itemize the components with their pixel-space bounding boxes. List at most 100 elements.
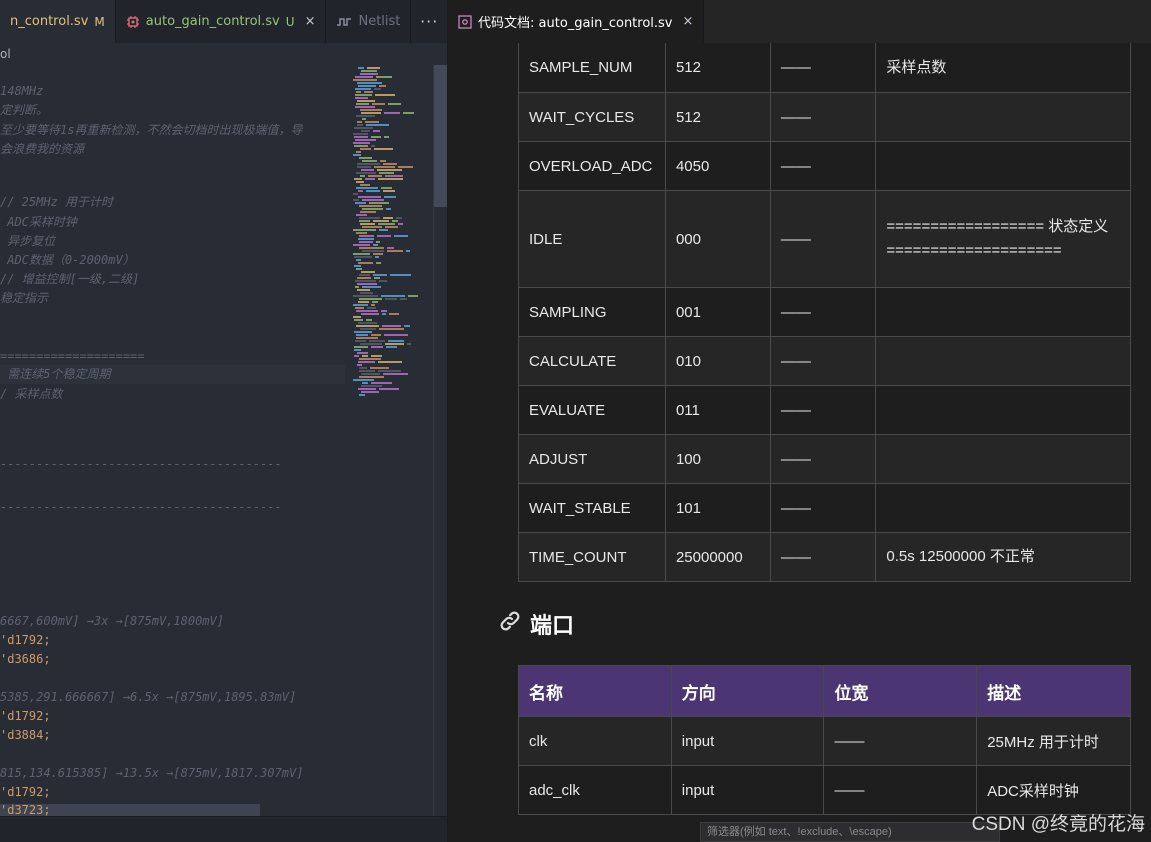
more-actions-button[interactable]: ··· xyxy=(411,12,447,31)
scrollbar-thumb[interactable] xyxy=(434,65,447,207)
minimap-line xyxy=(385,175,403,177)
minimap-line xyxy=(360,223,375,225)
editor-tab-bar: n_control.sv M auto_gain_control.sv U × … xyxy=(0,0,447,43)
code-line[interactable]: 'd3723; xyxy=(0,801,51,816)
minimap-line xyxy=(354,346,368,348)
minimap-line xyxy=(394,235,408,237)
minimap-line xyxy=(354,319,363,321)
parameter-name: ADJUST xyxy=(518,434,666,484)
minimap-line xyxy=(374,88,381,90)
minimap-line xyxy=(358,190,363,192)
code-line[interactable]: 5385,291.666667] →6.5x →[875mV,1895.83mV… xyxy=(0,688,296,707)
code-line[interactable]: --------------------------------------- xyxy=(0,455,282,474)
parameter-description xyxy=(875,385,1131,435)
code-line[interactable]: 稳定指示 xyxy=(0,289,48,308)
watermark: CSDN @终竟的花海 xyxy=(971,814,1145,835)
minimap-line xyxy=(360,184,370,186)
minimap-line xyxy=(385,343,404,345)
minimap-line xyxy=(355,88,371,90)
minimap-line xyxy=(359,220,370,222)
tab-netlist[interactable]: Netlist xyxy=(326,0,412,43)
minimap-line xyxy=(377,235,391,237)
code-line[interactable]: 至少要等待1s再重新检测，不然会切档时出现极端值，导 xyxy=(0,121,302,140)
code-line[interactable]: 'd1792; xyxy=(0,707,51,726)
parameter-description xyxy=(875,92,1131,142)
code-line[interactable]: 'd1792; xyxy=(0,783,51,802)
code-line[interactable]: 'd3686; xyxy=(0,650,51,669)
code-line[interactable]: 需连续5个稳定周期 xyxy=(0,365,110,384)
minimap-line xyxy=(359,241,373,243)
vscode-window: n_control.sv M auto_gain_control.sv U × … xyxy=(0,0,1151,842)
minimap-line xyxy=(359,394,365,396)
minimap-line xyxy=(357,283,377,285)
minimap-line xyxy=(387,247,394,249)
minimap-line xyxy=(358,67,364,69)
minimap-line xyxy=(361,271,375,273)
code-line[interactable]: 'd3884; xyxy=(0,726,51,745)
code-line[interactable]: --------------------------------------- xyxy=(0,498,282,517)
tab-netlist-label: Netlist xyxy=(358,14,401,29)
tab-code-doc[interactable]: 代码文档: auto_gain_control.sv × xyxy=(448,0,705,43)
minimap-line xyxy=(353,79,377,81)
parameter-value: 000 xyxy=(664,190,771,288)
minimap-line xyxy=(361,70,377,72)
minimap-line xyxy=(369,202,389,204)
minimap-line xyxy=(356,187,378,189)
parameter-width: —— xyxy=(769,190,877,288)
code-line[interactable]: ==================== xyxy=(0,347,145,366)
code-line[interactable]: 815,134.615385] →13.5x →[875mV,1817.307m… xyxy=(0,764,303,783)
minimap-line xyxy=(359,274,370,276)
minimap-line xyxy=(362,208,383,210)
minimap-line xyxy=(358,301,369,303)
minimap-line xyxy=(359,157,372,159)
minimap-line xyxy=(355,307,364,309)
code-line[interactable]: // 25MHz 用于计时 xyxy=(0,193,113,212)
minimap-line xyxy=(361,130,370,132)
minimap-line xyxy=(353,142,370,144)
column-header-name: 名称 xyxy=(518,665,672,717)
code-line[interactable]: 6667,600mV] →3x →[875mV,1800mV] xyxy=(0,612,224,631)
minimap-line xyxy=(357,277,371,279)
minimap[interactable] xyxy=(347,65,433,816)
parameter-description xyxy=(875,434,1131,484)
code-line[interactable]: / 采样点数 xyxy=(0,385,62,404)
code-line[interactable]: 148MHz xyxy=(0,82,43,101)
code-line[interactable]: 会浪费我的资源 xyxy=(0,140,84,159)
preview-tab-bar: 代码文档: auto_gain_control.sv × xyxy=(448,0,1151,43)
minimap-line xyxy=(371,304,375,306)
parameter-width: —— xyxy=(769,92,877,142)
parameter-value: 101 xyxy=(664,483,771,533)
code-line[interactable]: ADC采样时钟 xyxy=(0,213,77,232)
port-name: clk xyxy=(518,716,672,766)
parameter-row: IDLE 000 —— ================== 状态定义 =======… xyxy=(518,190,1131,288)
minimap-line xyxy=(386,208,391,210)
code-line[interactable]: ADC数据（0-2000mV） xyxy=(0,251,134,270)
close-icon[interactable]: × xyxy=(683,14,694,29)
minimap-line xyxy=(360,175,365,177)
parameter-row: CALCULATE 010 —— xyxy=(518,336,1131,386)
close-icon[interactable]: × xyxy=(305,14,316,29)
minimap-line xyxy=(371,346,383,348)
tab-auto-gain-control[interactable]: auto_gain_control.sv U × xyxy=(116,0,327,43)
code-line[interactable]: 'd1792; xyxy=(0,631,51,650)
minimap-line xyxy=(372,301,378,303)
minimap-line xyxy=(353,133,368,135)
minimap-line xyxy=(380,160,386,162)
parameter-row: WAIT_CYCLES 512 —— xyxy=(518,92,1131,142)
breadcrumb[interactable]: ol xyxy=(0,43,447,65)
code-line[interactable]: 异步复位 xyxy=(0,232,55,251)
minimap-line xyxy=(384,136,389,138)
minimap-line xyxy=(362,250,384,252)
minimap-line xyxy=(371,355,382,357)
code-line[interactable]: // 增益控制[一级,二级] xyxy=(0,270,139,289)
minimap-line xyxy=(368,175,382,177)
minimap-line xyxy=(385,298,397,300)
minimap-line xyxy=(366,190,380,192)
column-header-description: 描述 xyxy=(976,665,1131,717)
parameter-name: CALCULATE xyxy=(518,336,666,386)
code-line[interactable]: 定判断。 xyxy=(0,101,48,120)
code-area[interactable]: 148MHz 定判断。 至少要等待1s再重新检测，不然会切档时出现极端值，导 会浪费我… xyxy=(0,65,345,816)
minimap-line xyxy=(378,361,402,363)
filter-input[interactable]: 筛选器(例如 text、!exclude、\escape) xyxy=(700,822,1000,842)
tab-n-control[interactable]: n_control.sv M xyxy=(0,0,116,43)
